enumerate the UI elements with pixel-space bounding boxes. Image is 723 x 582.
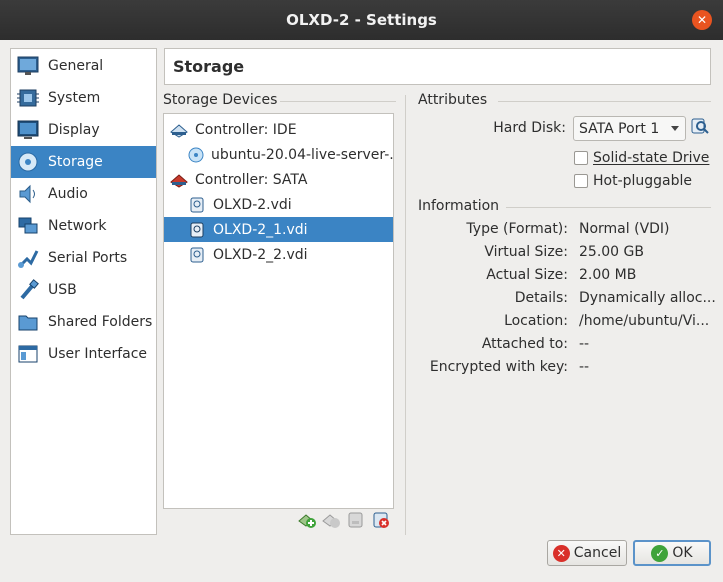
info-label-attached-to: Attached to: xyxy=(481,336,568,352)
controller-ide-icon xyxy=(170,121,188,139)
remove-attachment-button[interactable] xyxy=(321,512,341,532)
information-title: Information xyxy=(418,198,500,214)
optical-disc-icon xyxy=(188,146,204,164)
hard-disk-icon xyxy=(188,221,206,239)
info-value-details: Dynamically alloc... xyxy=(579,290,716,306)
info-value-location: /home/ubuntu/Vi... xyxy=(579,313,710,329)
sidebar-item-display[interactable]: Display xyxy=(11,114,156,146)
title-bar[interactable]: OLXD-2 - Settings ✕ xyxy=(0,0,723,40)
ok-button[interactable]: ✓ OK xyxy=(633,540,711,566)
tree-item-optical[interactable]: ubuntu-20.04-live-server-... xyxy=(164,142,393,167)
info-label-encrypted: Encrypted with key: xyxy=(429,359,568,375)
section-divider xyxy=(280,101,396,102)
general-icon xyxy=(16,54,40,78)
tree-item-disk[interactable]: OLXD-2.vdi xyxy=(164,192,393,217)
info-value-encrypted: -- xyxy=(579,359,590,375)
info-value-virtual-size: 25.00 GB xyxy=(579,244,644,260)
hard-disk-icon xyxy=(188,196,206,214)
sidebar-item-system[interactable]: System xyxy=(11,82,156,114)
settings-window: OLXD-2 - Settings ✕ General System Displ… xyxy=(0,0,723,582)
settings-sidebar: General System Display Storage Audio Net… xyxy=(10,48,157,535)
choose-disk-button[interactable] xyxy=(690,117,710,139)
controller-sata-icon xyxy=(170,171,188,189)
section-divider xyxy=(498,101,711,102)
hard-disk-select[interactable]: SATA Port 1 xyxy=(573,116,686,141)
info-label-type: Type (Format): xyxy=(466,221,568,237)
close-button[interactable]: ✕ xyxy=(692,10,712,30)
system-icon xyxy=(16,86,40,110)
checkbox-box[interactable] xyxy=(574,151,588,165)
info-label-virtual-size: Virtual Size: xyxy=(484,244,568,260)
tree-item-disk-selected[interactable]: OLXD-2_1.vdi xyxy=(164,217,393,242)
close-icon: ✕ xyxy=(696,13,708,27)
info-label-location: Location: xyxy=(504,313,568,329)
sidebar-item-storage[interactable]: Storage xyxy=(11,146,156,178)
info-label-actual-size: Actual Size: xyxy=(486,267,568,283)
checkbox-box[interactable] xyxy=(574,174,588,188)
add-controller-button[interactable] xyxy=(346,512,366,532)
audio-icon xyxy=(16,182,40,206)
solid-state-checkbox[interactable]: Solid-state Drive xyxy=(574,150,709,166)
attributes-title: Attributes xyxy=(418,92,488,108)
sidebar-item-usb[interactable]: USB xyxy=(11,274,156,306)
sidebar-item-user-interface[interactable]: User Interface xyxy=(11,338,156,370)
remove-controller-button[interactable] xyxy=(371,512,391,532)
storage-tree[interactable]: Controller: IDE ubuntu-20.04-live-server… xyxy=(163,113,394,509)
checkmark-icon: ✓ xyxy=(651,544,669,562)
sidebar-item-general[interactable]: General xyxy=(11,50,156,82)
cancel-button[interactable]: ✕ Cancel xyxy=(547,540,627,566)
storage-icon xyxy=(16,150,40,174)
info-label-details: Details: xyxy=(514,290,568,306)
tree-item-disk[interactable]: OLXD-2_2.vdi xyxy=(164,242,393,267)
sidebar-item-serial-ports[interactable]: Serial Ports xyxy=(11,242,156,274)
info-value-actual-size: 2.00 MB xyxy=(579,267,637,283)
add-attachment-icon xyxy=(298,511,316,533)
section-divider xyxy=(506,207,711,208)
storage-devices-title: Storage Devices xyxy=(163,92,278,108)
add-attachment-button[interactable] xyxy=(297,512,317,532)
user-interface-icon xyxy=(16,342,40,366)
window-title: OLXD-2 - Settings xyxy=(286,11,437,29)
tree-item-controller-sata[interactable]: Controller: SATA xyxy=(164,167,393,192)
cancel-icon: ✕ xyxy=(552,544,570,562)
serial-ports-icon xyxy=(16,246,40,270)
info-value-attached-to: -- xyxy=(579,336,590,352)
hard-disk-label: Hard Disk: xyxy=(493,120,566,136)
shared-folders-icon xyxy=(16,310,40,334)
info-value-type: Normal (VDI) xyxy=(579,221,670,237)
remove-attachment-icon xyxy=(322,511,340,533)
remove-controller-icon xyxy=(372,511,390,533)
disk-search-icon xyxy=(691,117,709,139)
tree-item-controller-ide[interactable]: Controller: IDE xyxy=(164,117,393,142)
display-icon xyxy=(16,118,40,142)
page-title-text: Storage xyxy=(173,57,245,76)
hot-pluggable-checkbox[interactable]: Hot-pluggable xyxy=(574,173,692,189)
usb-icon xyxy=(16,278,40,302)
sidebar-item-audio[interactable]: Audio xyxy=(11,178,156,210)
page-title: Storage xyxy=(164,48,711,85)
chevron-down-icon xyxy=(671,126,679,131)
sidebar-item-shared-folders[interactable]: Shared Folders xyxy=(11,306,156,338)
add-controller-icon xyxy=(347,511,365,533)
sidebar-item-network[interactable]: Network xyxy=(11,210,156,242)
network-icon xyxy=(16,214,40,238)
hard-disk-icon xyxy=(188,246,206,264)
